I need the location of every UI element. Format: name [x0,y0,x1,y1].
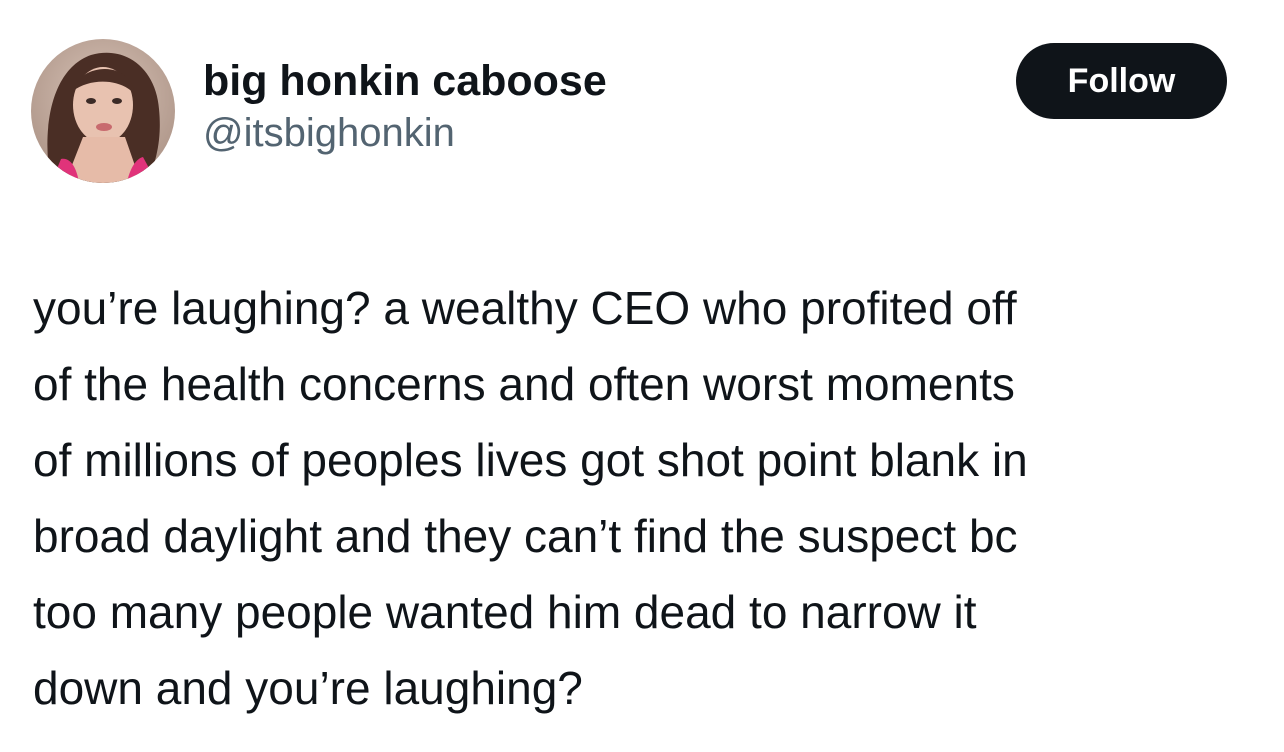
tweet-text: you’re laughing? a wealthy CEO who profi… [33,270,1263,726]
display-name[interactable]: big honkin caboose [203,55,607,107]
author-identity: big honkin caboose @itsbighonkin [203,55,607,157]
tweet-text-line: down and you’re laughing? [33,662,583,714]
user-handle[interactable]: @itsbighonkin [203,109,607,157]
tweet-card: big honkin caboose @itsbighonkin Follow … [0,0,1284,752]
tweet-text-line: too many people wanted him dead to narro… [33,586,977,638]
tweet-text-line: you’re laughing? a wealthy CEO who profi… [33,282,1017,334]
profile-photo-icon [31,39,175,183]
tweet-text-line: broad daylight and they can’t find the s… [33,510,1018,562]
tweet-text-line: of millions of peoples lives got shot po… [33,434,1028,486]
avatar[interactable] [31,39,175,183]
tweet-text-line: of the health concerns and often worst m… [33,358,1015,410]
follow-button[interactable]: Follow [1016,43,1227,119]
